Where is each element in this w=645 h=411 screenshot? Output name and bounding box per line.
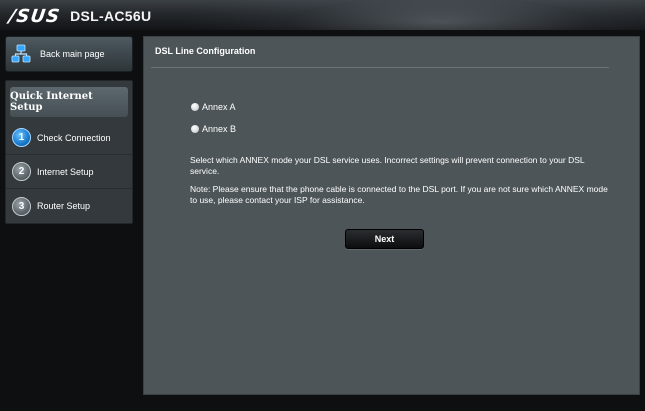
step-label: Internet Setup — [37, 166, 94, 177]
radio-button[interactable] — [191, 103, 199, 111]
page-title: DSL Line Configuration — [155, 46, 256, 56]
radio-button[interactable] — [191, 125, 199, 133]
title-divider — [151, 67, 609, 68]
brand: /SUS DSL-AC56U — [7, 5, 152, 27]
step-internet-setup[interactable]: 2 Internet Setup — [6, 155, 132, 189]
annex-note: Note: Please ensure that the phone cable… — [190, 184, 608, 205]
top-header-bar: /SUS DSL-AC56U — [0, 0, 645, 30]
step-router-setup[interactable]: 3 Router Setup — [6, 189, 132, 223]
network-icon — [11, 44, 31, 63]
sidebar: Back main page Quick Internet Setup 1 Ch… — [5, 36, 133, 224]
annex-a-label: Annex A — [202, 102, 236, 112]
annex-a-option[interactable]: Annex A — [191, 102, 236, 112]
asus-logo: /SUS — [7, 5, 62, 27]
step-label: Router Setup — [37, 201, 91, 211]
step-number-2-icon: 2 — [12, 162, 31, 181]
quick-setup-panel: Quick Internet Setup 1 Check Connection … — [5, 80, 133, 224]
annex-b-label: Annex B — [202, 124, 237, 134]
main-panel: DSL Line Configuration Annex A Annex B S… — [143, 36, 640, 395]
next-button[interactable]: Next — [345, 229, 424, 249]
step-number-3-icon: 3 — [12, 196, 31, 216]
router-model-name: DSL-AC56U — [70, 8, 152, 24]
back-main-page-label: Back main page — [40, 49, 105, 59]
annex-b-option[interactable]: Annex B — [191, 124, 236, 134]
quick-setup-title: Quick Internet Setup — [10, 87, 128, 117]
step-check-connection[interactable]: 1 Check Connection — [6, 121, 132, 155]
step-label: Check Connection — [37, 132, 111, 143]
step-number-1-icon: 1 — [12, 128, 31, 147]
back-main-page-button[interactable]: Back main page — [5, 36, 133, 72]
annex-description: Select which ANNEX mode your DSL service… — [190, 155, 585, 176]
